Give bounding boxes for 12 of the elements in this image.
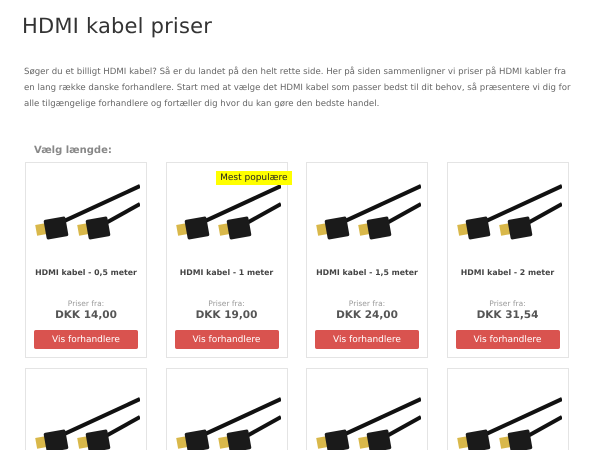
product-price: DKK 31,54 <box>476 309 538 321</box>
section-label: Vælg længde: <box>34 145 113 156</box>
popular-badge: Mest populære <box>216 171 292 185</box>
intro-paragraph: Søger du et billigt HDMI kabel? Så er du landet på den helt rette side. Her på siden sammenligner vi priser på HDMI kabler fra en lang række danske forhandlere. Start med at vælge det HDMI kabel som passer bedst til dit behov, så præsentere vi dig for alle tilgængelige forhandlere og fortæller dig hvor du kan gøre den bedste handel. <box>24 66 572 111</box>
show-retailers-button[interactable]: Vis forhandlere <box>315 330 419 349</box>
page-title: HDMI kabel priser <box>22 14 214 38</box>
show-retailers-button[interactable]: Vis forhandlere <box>174 330 278 349</box>
product-price: DKK 24,00 <box>336 309 398 321</box>
product-price: DKK 19,00 <box>196 309 258 321</box>
show-retailers-button[interactable]: Vis forhandlere <box>456 330 560 349</box>
product-price: DKK 14,00 <box>55 309 117 321</box>
show-retailers-button[interactable]: Vis forhandlere <box>34 330 138 349</box>
